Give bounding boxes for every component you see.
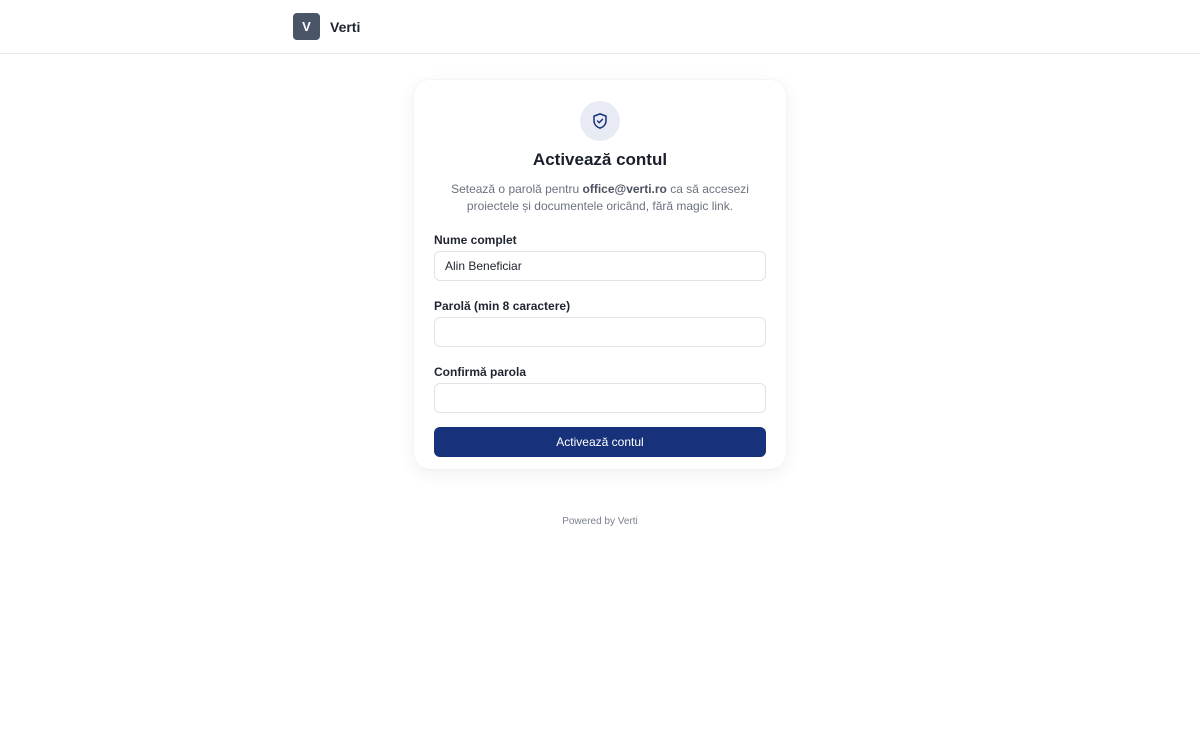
activate-account-button[interactable]: Activează contul xyxy=(434,427,766,457)
footer: Powered by Verti xyxy=(562,516,638,527)
brand-logo: V xyxy=(293,13,320,40)
password-field-group: Parolă (min 8 caractere) xyxy=(434,299,766,347)
password-label: Parolă (min 8 caractere) xyxy=(434,299,571,313)
activation-card: Activează contul Setează o parolă pentru… xyxy=(414,80,786,469)
card-title: Activează contul xyxy=(532,150,668,169)
description-prefix: Setează o parolă pentru xyxy=(451,182,583,196)
full-name-input[interactable] xyxy=(434,251,766,281)
name-label: Nume complet xyxy=(434,233,517,247)
activation-form: Nume complet Parolă (min 8 caractere) Co… xyxy=(434,233,766,457)
confirm-label: Confirmă parola xyxy=(434,365,527,379)
shield-icon-badge xyxy=(580,101,620,141)
password-input[interactable] xyxy=(434,317,766,347)
brand-name: Verti xyxy=(330,18,361,35)
account-email: office@verti.ro xyxy=(582,182,667,196)
confirm-password-input[interactable] xyxy=(434,383,766,413)
card-description: Setează o parolă pentru office@verti.ro … xyxy=(445,181,755,215)
brand[interactable]: V Verti xyxy=(293,13,360,40)
shield-check-icon xyxy=(593,113,607,129)
top-bar: V Verti xyxy=(0,0,1200,54)
name-field-group: Nume complet xyxy=(434,233,766,281)
confirm-field-group: Confirmă parola xyxy=(434,365,766,413)
